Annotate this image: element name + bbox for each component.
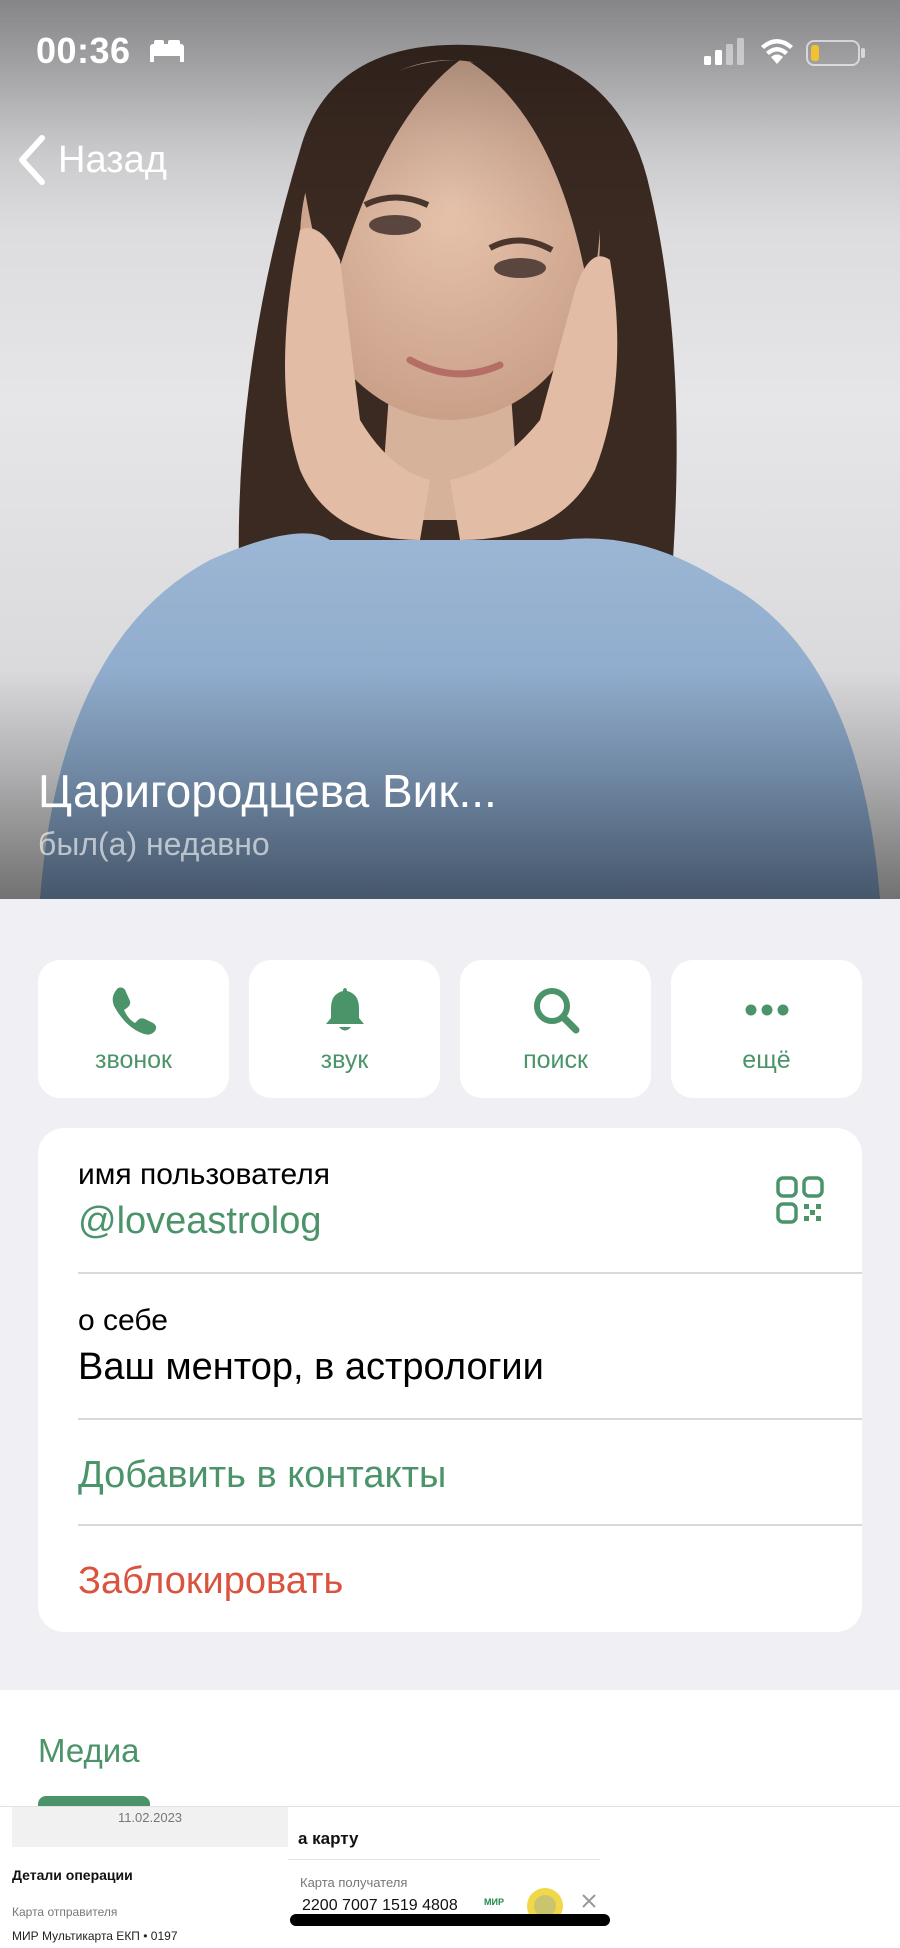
username-label: имя пользователя — [78, 1158, 330, 1191]
search-label: поиск — [523, 1046, 588, 1074]
add-to-contacts-button[interactable]: Добавить в контакты — [78, 1454, 862, 1497]
search-icon — [533, 988, 579, 1034]
divider — [78, 1272, 862, 1274]
sleep-mode-icon — [150, 40, 184, 62]
block-user-button[interactable]: Заблокировать — [78, 1560, 862, 1603]
bio-label: о себе — [78, 1304, 168, 1337]
status-bar: 00:36 — [0, 0, 900, 110]
back-label: Назад — [58, 138, 167, 181]
search-button[interactable]: поиск — [460, 960, 651, 1098]
media-thumbnail[interactable]: 11.02.2023 Детали операции Карта отправи… — [0, 1806, 900, 1948]
profile-info-card: имя пользователя @loveastrolog о себе Ва… — [38, 1128, 862, 1632]
thumbnail-date: 11.02.2023 — [12, 1807, 288, 1847]
home-indicator[interactable] — [290, 1914, 610, 1926]
divider — [78, 1524, 862, 1526]
thumbnail-recipient-label: Карта получателя — [300, 1875, 408, 1890]
chevron-left-icon — [19, 135, 45, 185]
more-button[interactable]: ещё — [671, 960, 862, 1098]
thumbnail-heading: Детали операции — [12, 1867, 133, 1883]
battery-low-icon — [806, 40, 865, 66]
phone-icon — [112, 987, 156, 1035]
last-seen-status: был(а) недавно — [38, 826, 270, 862]
thumbnail-right-title: а карту — [298, 1829, 359, 1848]
profile-name: Царигородцева Вик... — [38, 765, 497, 817]
back-button[interactable]: Назад — [16, 130, 167, 190]
close-icon — [582, 1894, 596, 1908]
profile-photo-header: 00:36 Назад Царигородцева Вик... был(а) … — [0, 0, 900, 899]
cellular-signal-icon — [704, 38, 744, 65]
wifi-icon — [761, 39, 793, 64]
more-icon — [745, 1004, 788, 1016]
bell-icon — [325, 988, 364, 1031]
thumbnail-sender-label: Карта отправителя — [12, 1905, 118, 1919]
tab-media[interactable]: Медиа — [38, 1732, 140, 1770]
media-section: Медиа 11.02.2023 Детали операции Карта о… — [0, 1690, 900, 1948]
username-row[interactable]: имя пользователя @loveastrolog — [78, 1158, 862, 1243]
thumbnail-receipt-left: 11.02.2023 Детали операции Карта отправи… — [12, 1807, 288, 1948]
bio-row: о себе Ваш ментор, в астрологии — [78, 1304, 862, 1389]
sound-label: звук — [320, 1046, 369, 1074]
call-label: звонок — [94, 1046, 172, 1074]
thumbnail-divider — [288, 1859, 600, 1860]
mir-logo: МИР — [484, 1897, 504, 1907]
thumbnail-recipient-value: 2200 7007 1519 4808 — [302, 1897, 458, 1914]
status-time: 00:36 — [36, 30, 131, 71]
username-value[interactable]: @loveastrolog — [78, 1200, 862, 1243]
thumbnail-receipt-right: а карту Карта получателя 2200 7007 1519 … — [288, 1807, 600, 1948]
qr-code-icon[interactable] — [776, 1176, 824, 1224]
call-button[interactable]: звонок — [38, 960, 229, 1098]
divider — [78, 1418, 862, 1420]
bio-value: Ваш ментор, в астрологии — [78, 1346, 544, 1388]
sound-button[interactable]: звук — [249, 960, 440, 1098]
more-label: ещё — [742, 1046, 791, 1074]
profile-actions: звонок звук поиск ещё — [38, 960, 862, 1098]
thumbnail-sender-value: МИР Мультикарта ЕКП • 0197 — [12, 1929, 178, 1943]
